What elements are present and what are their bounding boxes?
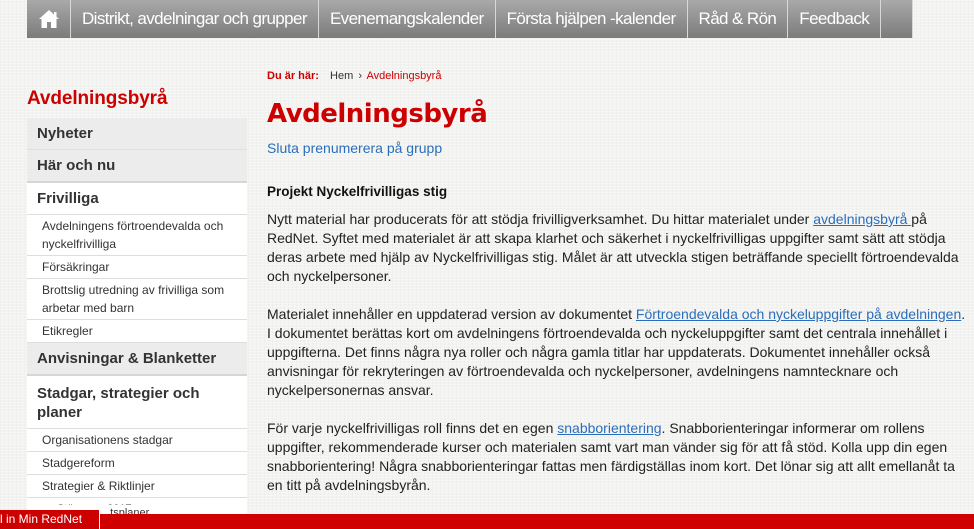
sidebar-subitem-criminal-record[interactable]: Brottslig utredning av frivilliga som ar… [27, 279, 247, 320]
breadcrumb: Du är här: Hem › Avdelningsbyrå [267, 70, 967, 82]
quick-orientation-link[interactable]: snabborientering [557, 420, 661, 436]
unsubscribe-link[interactable]: Sluta prenumerera på grupp [267, 140, 442, 156]
trustees-document-link[interactable]: Förtroendevalda och nyckeluppgifter på a… [636, 306, 961, 322]
login-rednet-button[interactable]: l in Min RedNet [0, 510, 100, 529]
breadcrumb-home-link[interactable]: Hem [330, 70, 353, 82]
bottom-bar: l in Min RedNet [0, 510, 974, 529]
sidebar-item-instructions-forms[interactable]: Anvisningar & Blanketter [27, 343, 247, 376]
breadcrumb-separator: › [358, 70, 362, 82]
home-icon [38, 10, 59, 28]
nav-item-first-aid-calendar[interactable]: Första hjälpen -kalender [496, 0, 688, 38]
sidebar-subitem-strategies[interactable]: Strategier & Riktlinjer [27, 475, 247, 498]
breadcrumb-label: Du är här: [267, 70, 319, 82]
sidebar-subitem-insurance[interactable]: Försäkringar [27, 256, 247, 279]
paragraph-intro: Nytt material har producerats för att st… [267, 210, 967, 286]
section-heading: Projekt Nyckelfrivilligas stig [267, 184, 448, 199]
sidebar: Avdelningsbyrå Nyheter Här och nu Frivil… [27, 88, 247, 521]
sidebar-subitem-trustees[interactable]: Avdelningens förtroendevalda och nyckelf… [27, 215, 247, 256]
top-navigation: Distrikt, avdelningar och grupper Evenem… [27, 0, 913, 38]
p1-text-before: Nytt material har producerats för att st… [267, 211, 814, 227]
sidebar-item-statutes[interactable]: Stadgar, strategier och planer [27, 376, 247, 429]
sidebar-subitem-ethics[interactable]: Etikregler [27, 320, 247, 343]
nav-item-advice[interactable]: Råd & Rön [688, 0, 789, 38]
sidebar-subitem-org-statutes[interactable]: Organisationens stadgar [27, 429, 247, 452]
sidebar-item-news[interactable]: Nyheter [27, 118, 247, 150]
p2-text-before: Materialet innehåller en uppdaterad vers… [267, 306, 636, 322]
nav-item-feedback[interactable]: Feedback [788, 0, 882, 38]
main-content: Du är här: Hem › Avdelningsbyrå Avdelnin… [267, 70, 967, 495]
nav-filler [881, 0, 913, 38]
p3-text-before: För varje nyckelfrivilligas roll finns d… [267, 420, 558, 436]
sidebar-subitem-statute-reform[interactable]: Stadgereform [27, 452, 247, 475]
page-title: Avdelningsbyrå [267, 99, 488, 129]
nav-item-districts[interactable]: Distrikt, avdelningar och grupper [71, 0, 319, 38]
sidebar-title: Avdelningsbyrå [27, 88, 168, 109]
nav-item-event-calendar[interactable]: Evenemangskalender [319, 0, 496, 38]
paragraph-material: Materialet innehåller en uppdaterad vers… [267, 305, 967, 400]
paragraph-quick-orientation: För varje nyckelfrivilligas roll finns d… [267, 419, 967, 495]
sidebar-item-here-and-now[interactable]: Här och nu [27, 150, 247, 183]
avdelningsbyra-link[interactable]: avdelningsbyrå [813, 211, 911, 227]
breadcrumb-current[interactable]: Avdelningsbyrå [366, 70, 441, 82]
nav-home-button[interactable] [27, 0, 71, 38]
sidebar-item-volunteers[interactable]: Frivilliga [27, 183, 247, 215]
